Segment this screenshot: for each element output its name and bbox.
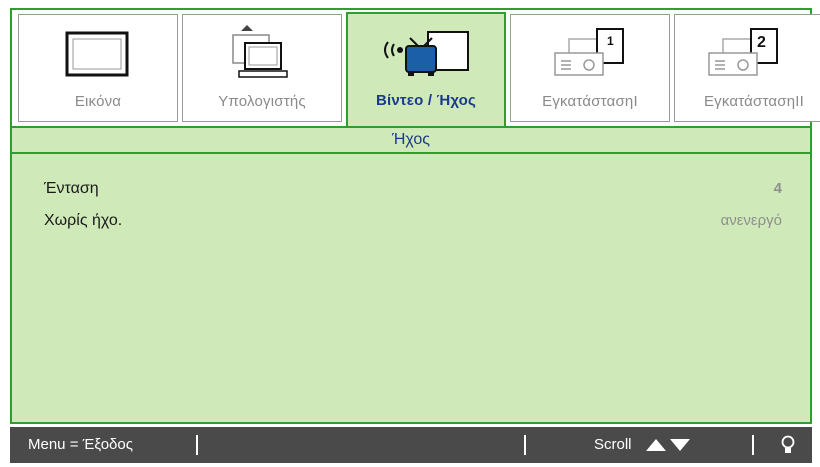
- setting-row-volume[interactable]: Ένταση 4: [44, 180, 782, 206]
- settings-panel: Ένταση 4 Χωρίς ήχο. ανενεργό: [12, 154, 810, 422]
- scroll-hint: Scroll: [594, 436, 632, 453]
- tab-image[interactable]: Εικόνα: [18, 14, 178, 122]
- osd-menu: Εικόνα Υπολογιστής Βίντεο / Ήχος 1 Εγκατ…: [10, 8, 820, 424]
- section-title: Ήχος: [392, 131, 430, 148]
- footer-bar: Menu = Έξοδος Scroll: [10, 427, 812, 463]
- section-title-bar: Ήχος: [12, 126, 810, 154]
- tab-setup-1[interactable]: 1 ΕγκατάστασηΙ: [510, 14, 670, 122]
- tab-bar: Εικόνα Υπολογιστής Βίντεο / Ήχος 1 Εγκατ…: [14, 12, 820, 128]
- footer-divider: [752, 435, 754, 455]
- volume-label: Ένταση: [44, 180, 99, 197]
- volume-value: 4: [773, 180, 782, 197]
- projector-setup-1-icon: 1: [511, 25, 669, 85]
- tab-setup-2-label: ΕγκατάστασηΙΙ: [703, 93, 805, 110]
- projector-setup-2-icon: 2: [675, 25, 820, 85]
- tab-setup-1-label: ΕγκατάστασηΙ: [542, 93, 638, 110]
- menu-exit-hint: Menu = Έξοδος: [28, 436, 133, 453]
- computer-icon: [183, 25, 341, 85]
- tab-computer-label: Υπολογιστής: [218, 93, 306, 110]
- monitor-icon: [19, 25, 177, 85]
- up-down-arrows-icon: [646, 437, 690, 458]
- svg-text:2: 2: [757, 34, 766, 51]
- setting-row-mute[interactable]: Χωρίς ήχο. ανενεργό: [44, 212, 782, 238]
- lamp-icon: [780, 435, 796, 460]
- tab-image-label: Εικόνα: [74, 93, 122, 110]
- tab-setup-2[interactable]: 2 ΕγκατάστασηΙΙ: [674, 14, 820, 122]
- tab-video-audio[interactable]: Βίντεο / Ήχος: [346, 12, 506, 126]
- tab-video-audio-label: Βίντεο / Ήχος: [375, 92, 477, 109]
- tab-computer[interactable]: Υπολογιστής: [182, 14, 342, 122]
- svg-text:1: 1: [607, 34, 614, 48]
- footer-divider: [196, 435, 198, 455]
- tv-sound-icon: [348, 24, 504, 84]
- footer-divider: [524, 435, 526, 455]
- mute-value: ανενεργό: [720, 212, 782, 229]
- mute-label: Χωρίς ήχο.: [44, 212, 123, 229]
